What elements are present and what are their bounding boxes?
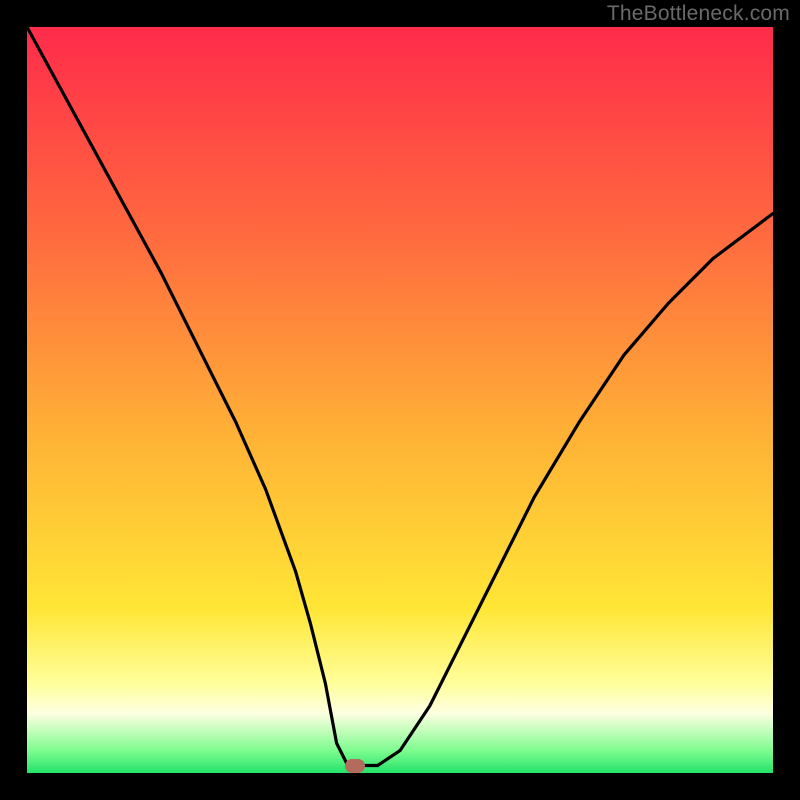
plot-area	[27, 27, 773, 773]
watermark-text: TheBottleneck.com	[607, 2, 790, 26]
chart-frame: TheBottleneck.com	[0, 0, 800, 800]
optimal-marker	[345, 759, 365, 773]
